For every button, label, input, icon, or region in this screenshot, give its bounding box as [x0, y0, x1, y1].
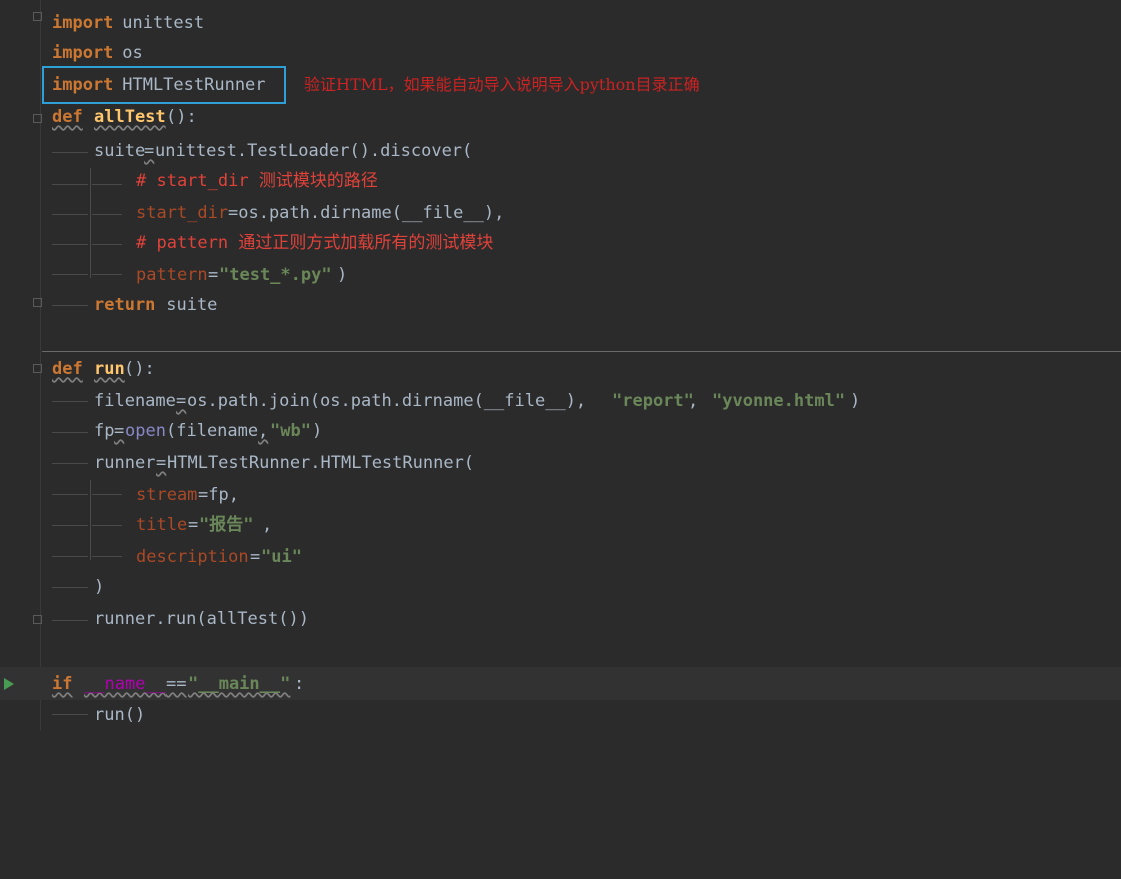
code-line: run()	[0, 700, 145, 730]
code-text: ==	[166, 674, 187, 694]
parameter: pattern	[136, 265, 208, 285]
function-name: allTest	[94, 107, 166, 127]
parameter: start_dir	[136, 203, 229, 223]
code-line: runner.run(allTest())	[0, 604, 309, 634]
string: "test_*.py"	[219, 265, 332, 285]
string: "ui"	[261, 547, 302, 567]
code-text: )	[312, 421, 323, 441]
code-text: (filename	[166, 421, 259, 441]
code-text: os	[112, 43, 143, 63]
string: "wb"	[270, 421, 311, 441]
code-text: suite	[156, 295, 218, 315]
code-text: )	[337, 265, 348, 285]
code-line: import unittest	[0, 8, 204, 38]
code-text: ():	[124, 359, 155, 379]
code-text: ,	[688, 391, 709, 411]
code-text: HTMLTestRunner	[112, 75, 266, 95]
code-text: =	[156, 453, 167, 473]
string: "report"	[612, 391, 694, 411]
string: "yvonne.html"	[712, 391, 846, 411]
keyword: if	[52, 674, 73, 694]
code-text: =	[144, 141, 155, 161]
code-line: import HTMLTestRunner 验证HTML，如果能自动导入说明导入…	[0, 70, 700, 100]
keyword: import	[52, 13, 114, 33]
code-text: suite	[94, 141, 146, 161]
code-text: HTMLTestRunner.HTMLTestRunner(	[167, 453, 475, 473]
code-text: fp	[94, 421, 115, 441]
code-text: filename	[94, 391, 176, 411]
code-line: pattern = "test_*.py" )	[0, 260, 347, 290]
code-text: unittest.TestLoader().discover(	[155, 141, 473, 161]
code-text: )	[850, 391, 861, 411]
parameter: title	[136, 515, 188, 535]
keyword: import	[52, 43, 114, 63]
code-text: runner.run(allTest())	[94, 609, 309, 629]
code-line: start_dir =os.path.dirname(__file__),	[0, 198, 504, 228]
code-text: =fp,	[198, 485, 239, 505]
code-editor[interactable]: import unittest import os import HTMLTes…	[0, 0, 1121, 730]
code-line: if __name__ == "__main__" :	[0, 669, 304, 699]
code-line: def allTest ():	[0, 102, 197, 132]
code-text: :	[294, 674, 305, 694]
code-text: =	[250, 547, 261, 567]
code-text: os.path.join(os.path.dirname(__file__),	[187, 391, 597, 411]
code-line: fp = open (filename , "wb" )	[0, 416, 322, 446]
function-name: run	[94, 359, 125, 379]
comment: # start_dir 测试模块的路径	[136, 171, 378, 191]
code-line: runner = HTMLTestRunner.HTMLTestRunner(	[0, 448, 474, 478]
string: "报告"	[199, 515, 254, 535]
code-line: )	[0, 572, 104, 602]
code-text: =	[188, 515, 199, 535]
code-line: return suite	[0, 290, 217, 320]
code-line: # pattern 通过正则方式加载所有的测试模块	[0, 228, 493, 258]
code-text: =	[114, 421, 125, 441]
code-text: )	[94, 577, 105, 597]
keyword: import	[52, 75, 114, 95]
code-text: runner	[94, 453, 156, 473]
code-text: =os.path.dirname(__file__),	[228, 203, 505, 223]
code-text: =	[176, 391, 187, 411]
parameter: description	[136, 547, 249, 567]
comment: # pattern 通过正则方式加载所有的测试模块	[136, 233, 494, 253]
keyword: def	[52, 107, 83, 127]
builtin: open	[125, 421, 166, 441]
code-line: # start_dir 测试模块的路径	[0, 166, 378, 196]
code-line: import os	[0, 38, 143, 68]
code-text: ():	[166, 107, 197, 127]
string: "__main__"	[188, 674, 291, 694]
code-line: description = "ui"	[0, 542, 302, 572]
code-line: stream =fp,	[0, 480, 239, 510]
dunder: __name__	[84, 674, 166, 694]
code-line: suite = unittest.TestLoader().discover(	[0, 136, 472, 166]
keyword: def	[52, 359, 83, 379]
code-line: def run ():	[0, 354, 155, 384]
code-text: =	[208, 265, 219, 285]
parameter: stream	[136, 485, 198, 505]
code-text: ,	[258, 421, 269, 441]
code-line: title = "报告" ,	[0, 510, 272, 540]
annotation-text: 验证HTML，如果能自动导入说明导入python目录正确	[304, 75, 700, 94]
code-text: unittest	[112, 13, 205, 33]
code-text: run()	[94, 705, 146, 725]
code-line: filename = os.path.join(os.path.dirname(…	[0, 386, 860, 416]
keyword: return	[94, 295, 156, 315]
code-text: ,	[262, 515, 273, 535]
